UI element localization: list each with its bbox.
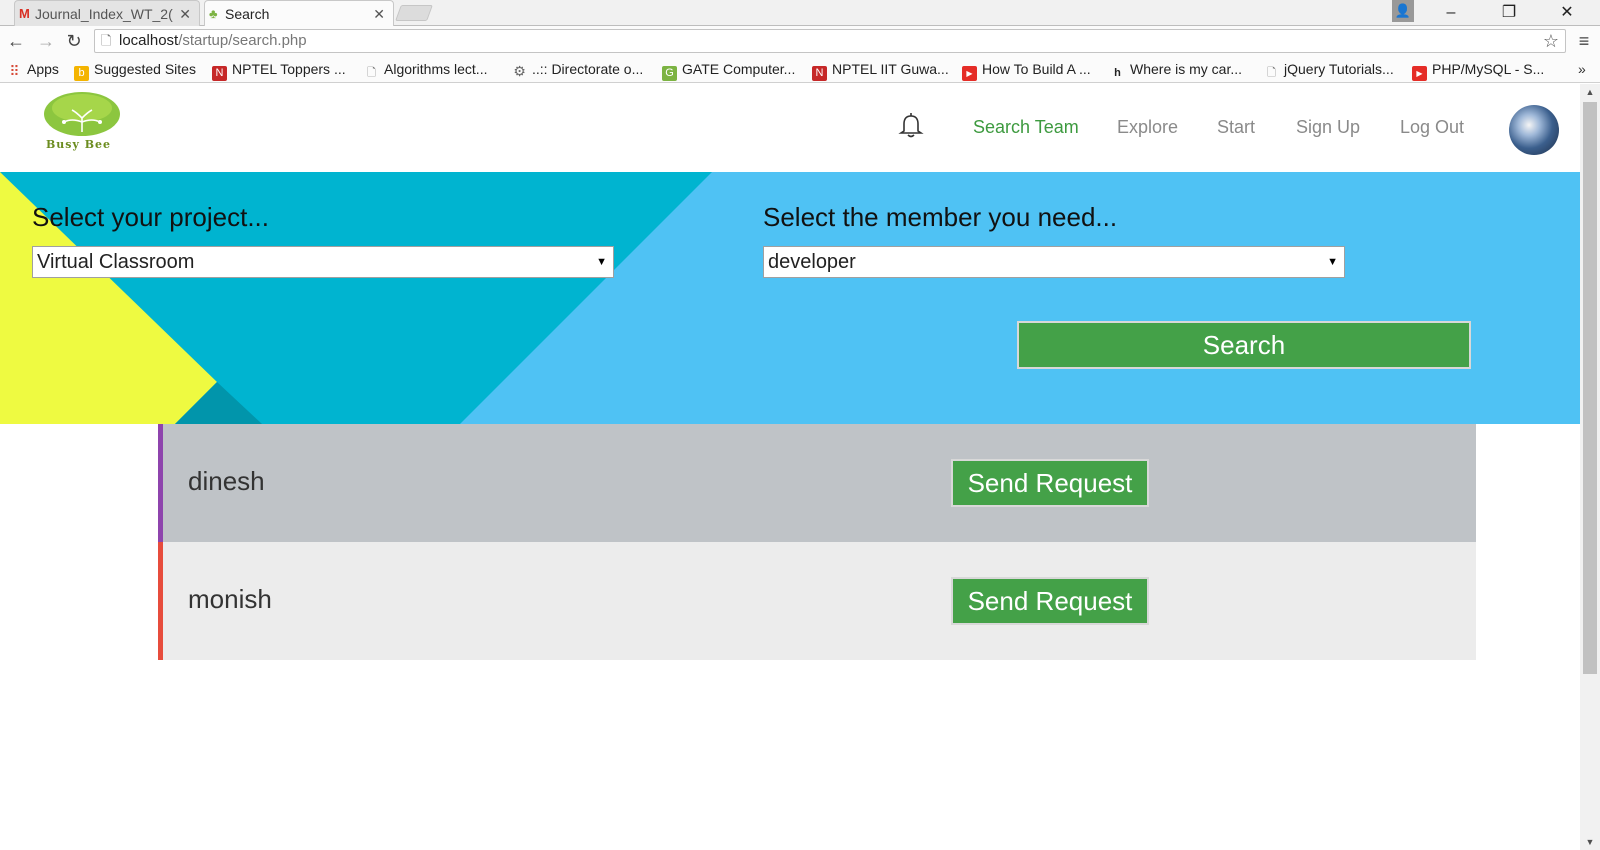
result-row: monish Send Request [158, 542, 1476, 660]
member-name: monish [188, 584, 272, 614]
bookmark-label: Algorithms lect... [384, 61, 488, 77]
tab-journal-index[interactable]: M Journal_Index_WT_2( ✕ [14, 0, 200, 26]
menu-icon[interactable]: ≡ [1574, 29, 1594, 53]
send-request-button[interactable]: Send Request [951, 459, 1149, 507]
logo-text: Busy Bee [46, 138, 112, 151]
nav-explore[interactable]: Explore [1117, 117, 1178, 138]
bookmark-label: ..:: Directorate o... [532, 61, 644, 77]
bookmark-label: NPTEL IIT Guwa... [832, 61, 949, 77]
bookmark-label: Apps [27, 61, 59, 77]
bookmark-star-icon[interactable]: ☆ [1543, 30, 1559, 52]
address-bar[interactable]: 🗋 localhost/startup/search.php ☆ [94, 29, 1566, 53]
search-button[interactable]: Search [1017, 321, 1471, 369]
nav-search-team[interactable]: Search Team [973, 117, 1079, 138]
url-path: /startup/search.php [178, 32, 307, 49]
gate-icon: G [662, 66, 677, 81]
nav-start[interactable]: Start [1217, 117, 1255, 138]
close-icon[interactable]: ✕ [179, 1, 191, 26]
tree-icon: ♣ [209, 6, 218, 21]
result-row: dinesh Send Request [158, 424, 1476, 542]
tab-title: Search [225, 6, 270, 22]
member-label: Select the member you need... [763, 202, 1118, 232]
project-select-value: Virtual Classroom [37, 251, 195, 273]
reload-icon[interactable]: ↻ [62, 29, 86, 53]
scroll-thumb[interactable] [1583, 102, 1597, 674]
site-header: Busy Bee Search Team Explore Start Sign … [0, 84, 1580, 172]
nav-sign-up[interactable]: Sign Up [1296, 117, 1360, 138]
gear-icon: ⚙ [513, 63, 526, 79]
more-bookmarks-button[interactable]: » [1578, 56, 1586, 83]
youtube-icon: ▶ [1412, 66, 1427, 81]
stackexchange-icon: h [1114, 67, 1121, 79]
member-select[interactable]: developer ▼ [763, 246, 1345, 278]
bookmark-label: NPTEL Toppers ... [232, 61, 346, 77]
dropdown-arrow-icon: ▼ [596, 256, 607, 268]
tab-title: Journal_Index_WT_2( [35, 6, 173, 22]
project-select[interactable]: Virtual Classroom ▼ [32, 246, 614, 278]
browser-toolbar: ← → ↻ 🗋 localhost/startup/search.php ☆ ≡ [0, 26, 1600, 56]
bookmark-label: Where is my car... [1130, 61, 1243, 77]
bookmark-label: jQuery Tutorials... [1284, 61, 1394, 77]
bing-icon: b [74, 66, 89, 81]
member-select-value: developer [768, 251, 856, 273]
bookmark-item[interactable]: G GATE Computer... [662, 56, 795, 83]
tab-search[interactable]: ♣ Search ✕ [204, 0, 394, 26]
dropdown-arrow-icon: ▼ [1327, 256, 1338, 268]
back-icon[interactable]: ← [4, 29, 28, 53]
gmail-icon: M [19, 6, 30, 21]
bookmark-item[interactable]: 🗋 jQuery Tutorials... [1264, 56, 1394, 83]
nptel-icon: N [812, 66, 827, 81]
project-label: Select your project... [32, 202, 269, 232]
youtube-icon: ▶ [962, 66, 977, 81]
apps-grid-icon: ⠿ [9, 63, 20, 79]
bookmark-item[interactable]: ▶ PHP/MySQL - S... [1412, 56, 1544, 83]
row-accent-bar [158, 424, 163, 542]
row-accent-bar [158, 542, 163, 660]
bookmark-item[interactable]: h Where is my car... [1110, 56, 1242, 83]
close-icon[interactable]: ✕ [373, 1, 385, 26]
url-host: localhost [119, 32, 179, 49]
page-scrollbar[interactable]: ▲ ▼ [1580, 84, 1600, 850]
tab-strip: M Journal_Index_WT_2( ✕ ♣ Search ✕ 👤 – ❐… [0, 0, 1600, 26]
page-icon: 🗋 [1267, 67, 1276, 79]
bookmark-item[interactable]: ▶ How To Build A ... [962, 56, 1091, 83]
search-panel: Select your project... Virtual Classroom… [0, 172, 1580, 424]
avatar[interactable] [1509, 105, 1559, 155]
bookmark-item[interactable]: N NPTEL Toppers ... [212, 56, 346, 83]
forward-icon[interactable]: → [34, 29, 58, 53]
nav-log-out[interactable]: Log Out [1400, 117, 1464, 138]
bookmark-label: How To Build A ... [982, 61, 1091, 77]
member-name: dinesh [188, 466, 265, 496]
bookmark-item[interactable]: ⠿ Apps [7, 56, 59, 83]
bookmark-item[interactable]: ⚙ ..:: Directorate o... [512, 56, 643, 83]
bookmark-item[interactable]: 🗋 Algorithms lect... [364, 56, 487, 83]
scroll-down-arrow-icon[interactable]: ▼ [1580, 834, 1600, 850]
page-icon: 🗋 [101, 33, 112, 48]
new-tab-button[interactable] [395, 5, 433, 21]
profile-icon[interactable]: 👤 [1392, 0, 1414, 22]
send-request-button[interactable]: Send Request [951, 577, 1149, 625]
bookmark-label: GATE Computer... [682, 61, 796, 77]
nptel-icon: N [212, 66, 227, 81]
restore-icon[interactable]: ❐ [1486, 0, 1532, 26]
page-icon: 🗋 [367, 67, 376, 79]
bookmark-item[interactable]: N NPTEL IIT Guwa... [812, 56, 949, 83]
bookmark-item[interactable]: b Suggested Sites [74, 56, 196, 83]
minimize-icon[interactable]: – [1428, 0, 1474, 26]
bookmark-label: PHP/MySQL - S... [1432, 61, 1545, 77]
bell-icon[interactable] [896, 110, 926, 140]
scroll-up-arrow-icon[interactable]: ▲ [1580, 84, 1600, 100]
bookmarks-bar: ⠿ Apps b Suggested Sites N NPTEL Toppers ..… [0, 56, 1600, 83]
page-viewport: Busy Bee Search Team Explore Start Sign … [0, 84, 1580, 850]
close-window-icon[interactable]: ✕ [1544, 0, 1590, 26]
bookmark-label: Suggested Sites [94, 61, 196, 77]
